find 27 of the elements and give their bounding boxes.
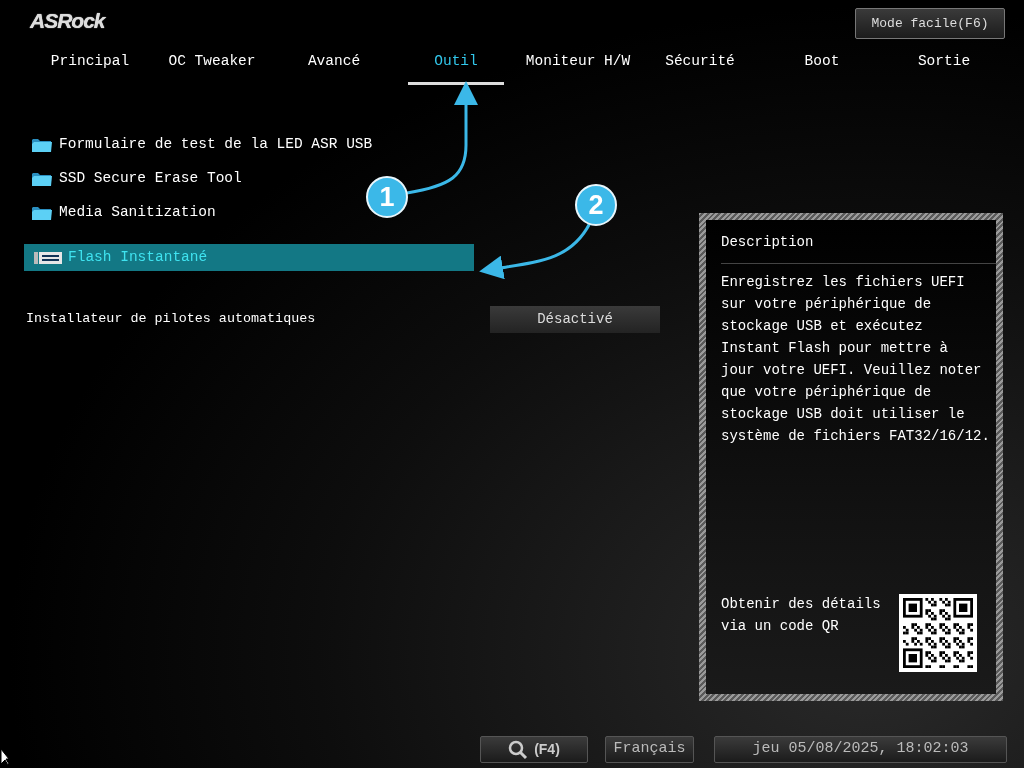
search-button[interactable]: (F4) [480,736,588,763]
setting-label: Installateur de pilotes automatiques [26,310,316,329]
tab[interactable]: Moniteur H/W [517,44,639,76]
tab[interactable]: Boot [761,44,883,76]
qr-caption: Obtenir des détails via un code QR [721,595,881,636]
callout-number: 2 [575,184,617,226]
tab[interactable]: Sécurité [639,44,761,76]
folder-icon [31,171,53,187]
menu-item[interactable]: Formulaire de test de la LED ASR USB [24,128,474,162]
mouse-cursor-icon [0,748,9,766]
folder-icon [31,137,53,153]
callout-number: 1 [366,176,408,218]
brand-logo: ASRock [30,8,105,34]
tab[interactable]: OC Tweaker [151,44,273,76]
description-text: Enregistrez les fichiers UEFI sur votre périphérique de stockage USB et exécutez Instant Flash pour mettre à jour votre UEFI. Veuillez noter que votre périphérique de stockage USB doit utiliser le système de fichiers FAT32/16/12. [721,273,990,446]
bios-chip-icon [34,250,62,265]
setting-value-button[interactable]: Désactivé [490,306,660,333]
description-title: Description [721,234,814,250]
mode-button[interactable]: Mode facile(F6) [855,8,1005,39]
tab[interactable]: Sortie [883,44,1005,76]
tab[interactable]: Avancé [273,44,395,76]
tab[interactable]: Principal [29,44,151,76]
search-icon [508,739,529,760]
folder-icon [31,205,53,221]
language-button[interactable]: Français [605,736,694,763]
tab[interactable]: Outil [395,44,517,76]
date-time-display: jeu 05/08/2025, 18:02:03 [714,736,1007,763]
